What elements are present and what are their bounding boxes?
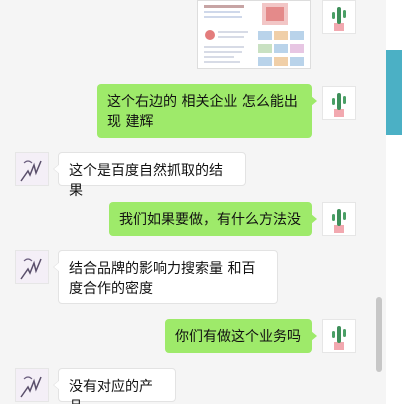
chat-scrollbar[interactable]	[376, 297, 382, 372]
my-avatar[interactable]	[322, 0, 356, 34]
cactus-plant-icon	[332, 93, 346, 117]
side-panel-accent	[386, 50, 402, 135]
contact-message-bubble[interactable]: 这个是百度自然抓取的结果	[53, 152, 246, 199]
my-avatar[interactable]	[322, 202, 356, 236]
contact-avatar[interactable]	[15, 250, 49, 284]
contact-message-bubble[interactable]: 没有对应的产品	[53, 368, 176, 404]
cactus-plant-icon	[332, 326, 346, 350]
hand-sketch-icon	[16, 251, 48, 283]
hand-sketch-icon	[16, 369, 48, 401]
contact-avatar[interactable]	[15, 368, 49, 402]
message-text: 没有对应的产品	[69, 379, 153, 404]
side-panel-edge	[386, 0, 402, 404]
image-message-thumbnail[interactable]	[197, 0, 311, 69]
message-text: 这个是百度自然抓取的结果	[69, 163, 223, 199]
my-message-bubble[interactable]: 你们有做这个业务吗	[165, 319, 317, 353]
cactus-plant-icon	[332, 209, 346, 233]
search-result-screenshot	[198, 1, 310, 68]
cactus-plant-icon	[332, 7, 346, 31]
hand-sketch-icon	[16, 153, 48, 185]
my-avatar[interactable]	[322, 86, 356, 120]
my-message-bubble[interactable]: 这个右边的 相关企业 怎么能出现 建辉	[97, 84, 317, 138]
message-text: 结合品牌的影响力搜索量 和百度合作的密度	[69, 261, 256, 297]
message-text: 你们有做这个业务吗	[175, 329, 301, 345]
my-message-bubble[interactable]: 我们如果要做，有什么方法没	[109, 202, 317, 236]
chat-area[interactable]: 这个右边的 相关企业 怎么能出现 建辉 这个是百度自然抓取的结果 我们如果要做，…	[0, 0, 386, 404]
contact-avatar[interactable]	[15, 152, 49, 186]
message-text: 这个右边的 相关企业 怎么能出现 建辉	[107, 94, 298, 130]
my-avatar[interactable]	[322, 319, 356, 353]
contact-message-bubble[interactable]: 结合品牌的影响力搜索量 和百度合作的密度	[53, 250, 278, 304]
message-text: 我们如果要做，有什么方法没	[119, 212, 301, 228]
